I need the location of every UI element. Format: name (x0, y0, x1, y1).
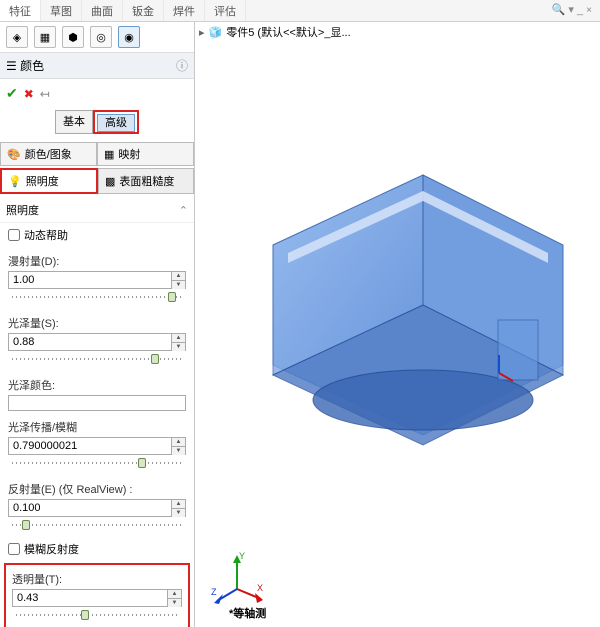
svg-text:Y: Y (239, 551, 245, 561)
panel-title: 颜色 (20, 57, 44, 74)
dynamic-help-checkbox[interactable] (8, 229, 20, 241)
close-icon: × (586, 5, 592, 16)
sub-tab-row: 💡 照明度 ▩ 表面粗糙度 (0, 168, 194, 194)
spread-spinner[interactable]: ▲▼ (171, 438, 185, 454)
search-icon: 🔍 (552, 4, 566, 16)
group-header-label: 照明度 (6, 202, 39, 218)
blur-reflect-checkbox[interactable] (8, 543, 20, 555)
spread-slider[interactable] (12, 457, 182, 469)
specular-slider[interactable] (12, 353, 182, 365)
dynamic-help-label: 动态帮助 (24, 227, 68, 243)
ribbon-tab-weldment[interactable]: 焊件 (164, 0, 205, 21)
mode-advanced-button[interactable]: 高级 (97, 114, 135, 132)
ribbon-tab-sheetmetal[interactable]: 钣金 (123, 0, 164, 21)
panel-tab-config-icon[interactable]: ⬢ (62, 26, 84, 48)
blur-reflect-label: 模糊反射度 (24, 541, 79, 557)
palette-icon: 🎨 (7, 148, 21, 161)
diffuse-slider[interactable] (12, 291, 182, 303)
ribbon-tab-evaluate[interactable]: 评估 (205, 0, 246, 21)
mode-switch: 基本 高级 (0, 110, 194, 134)
subtab-illumination[interactable]: 💡 照明度 (0, 168, 98, 194)
diffuse-spinner[interactable]: ▲▼ (171, 272, 185, 288)
panel-tab-feature-icon[interactable]: ◈ (6, 26, 28, 48)
panel-subtabs: ◈ ▦ ⬢ ◎ ◉ (0, 22, 194, 53)
transparency-label: 透明量(T): (12, 571, 182, 587)
reflect-label: 反射量(E) (仅 RealView) : (8, 481, 186, 497)
light-icon: 💡 (8, 175, 22, 188)
dropdown-icon: ▾ _ (568, 4, 586, 16)
breadcrumb-arrow-icon: ▸ (199, 26, 205, 39)
mode-basic-button[interactable]: 基本 (55, 110, 93, 134)
ribbon-close[interactable]: 🔍 ▾ _ × (544, 0, 600, 21)
property-panel: ◈ ▦ ⬢ ◎ ◉ ☰ 颜色 ⓘ ✔ ✖ ↤ 基本 高级 🎨 颜色/图象 (0, 22, 195, 627)
group-illumination[interactable]: 照明度 ⌃ (0, 198, 194, 223)
orientation-triad[interactable]: Y X Z (209, 549, 259, 599)
viewport[interactable]: ▸ 🧊 零件5 (默认<<默认>_显... (195, 22, 600, 627)
subtab-roughness[interactable]: ▩ 表面粗糙度 (98, 168, 194, 194)
part-icon: 🧊 (209, 26, 223, 39)
diffuse-label: 漫射量(D): (8, 253, 186, 269)
tab-mapping[interactable]: ▦ 映射 (97, 142, 194, 166)
ribbon-tab-surface[interactable]: 曲面 (82, 0, 123, 21)
spread-label: 光泽传播/模糊 (8, 419, 186, 435)
specular-color-swatch[interactable] (8, 395, 186, 411)
diffuse-input[interactable] (9, 272, 171, 288)
transparency-highlight: 透明量(T): ▲▼ (4, 563, 190, 627)
specular-label: 光泽量(S): (8, 315, 186, 331)
ribbon-tab-sketch[interactable]: 草图 (41, 0, 82, 21)
svg-text:X: X (257, 583, 263, 593)
spread-input[interactable] (9, 438, 171, 454)
specular-input[interactable] (9, 334, 171, 350)
specular-spinner[interactable]: ▲▼ (171, 334, 185, 350)
breadcrumb-label: 零件5 (默认<<默认>_显... (226, 24, 350, 40)
subtab-illumination-label: 照明度 (26, 173, 59, 189)
mapping-icon: ▦ (104, 148, 114, 161)
specular-color-label: 光泽颜色: (8, 377, 186, 393)
ok-button[interactable]: ✔ (6, 85, 18, 102)
ribbon-tabs: 特征 草图 曲面 钣金 焊件 评估 🔍 ▾ _ × (0, 0, 600, 22)
collapse-icon: ⌃ (179, 204, 188, 217)
breadcrumb[interactable]: ▸ 🧊 零件5 (默认<<默认>_显... (199, 24, 351, 40)
texture-icon: ▩ (105, 175, 115, 188)
ok-cancel-bar: ✔ ✖ ↤ (0, 79, 194, 106)
main-tab-row: 🎨 颜色/图象 ▦ 映射 (0, 142, 194, 166)
panel-tab-target-icon[interactable]: ◎ (90, 26, 112, 48)
transparency-slider[interactable] (16, 609, 178, 621)
ribbon-tab-feature[interactable]: 特征 (0, 0, 41, 21)
svg-text:Z: Z (211, 587, 217, 597)
tab-color-image[interactable]: 🎨 颜色/图象 (0, 142, 97, 166)
transparency-input[interactable] (13, 590, 167, 606)
tab-mapping-label: 映射 (118, 146, 140, 162)
cancel-button[interactable]: ✖ (24, 87, 34, 101)
view-label: *等轴测 (229, 605, 266, 621)
transparency-spinner[interactable]: ▲▼ (167, 590, 181, 606)
panel-tab-history-icon[interactable]: ▦ (34, 26, 56, 48)
undo-button[interactable]: ↤ (40, 87, 50, 101)
help-icon[interactable]: ⓘ (176, 57, 188, 74)
color-list-icon: ☰ (6, 59, 17, 73)
subtab-roughness-label: 表面粗糙度 (119, 173, 174, 189)
model-view[interactable] (215, 72, 590, 537)
reflect-spinner[interactable]: ▲▼ (171, 500, 185, 516)
tab-color-image-label: 颜色/图象 (25, 146, 72, 162)
panel-tab-appearance-icon[interactable]: ◉ (118, 26, 140, 48)
reflect-slider[interactable] (12, 519, 182, 531)
panel-title-row: ☰ 颜色 ⓘ (0, 53, 194, 79)
reflect-input[interactable] (9, 500, 171, 516)
